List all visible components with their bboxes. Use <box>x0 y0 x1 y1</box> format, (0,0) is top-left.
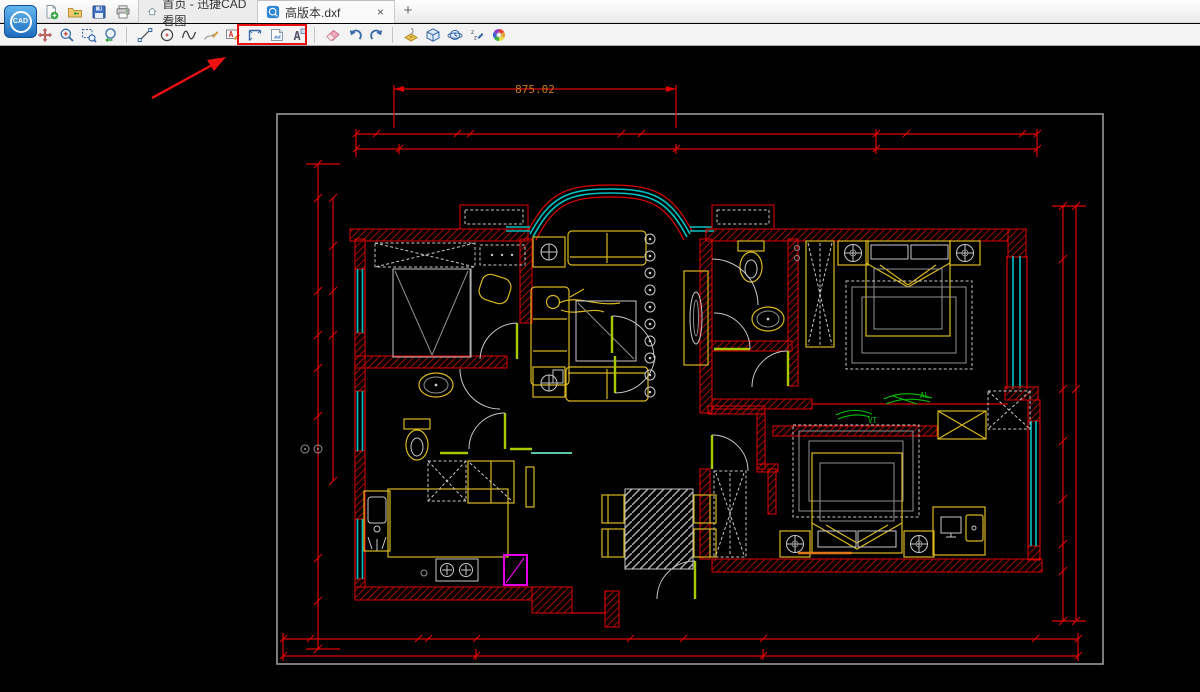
living-room-furniture <box>531 231 708 401</box>
save-button[interactable] <box>90 3 108 21</box>
line-icon <box>137 27 153 43</box>
svg-text:A: A <box>229 30 234 39</box>
image-annotation-icon <box>269 27 285 43</box>
home-icon <box>147 5 157 18</box>
tab-file-label: 高版本.dxf <box>285 4 340 21</box>
dimension-icon <box>247 27 263 43</box>
text-annotation-tool-button[interactable]: A <box>288 25 310 45</box>
text-annotation-icon: A <box>291 27 307 43</box>
convert-stamp-button[interactable] <box>400 25 422 45</box>
app-logo[interactable]: CAD <box>4 5 37 38</box>
dimension-value: 875.02 <box>515 83 555 96</box>
toolbar-separator <box>314 27 322 43</box>
annotation-settings-icon: zz <box>469 27 485 43</box>
polyline-icon <box>181 27 197 43</box>
redo-icon <box>369 27 385 43</box>
titlebar: CAD 首页 - 迅捷CAD看图 高版本.dxf × + <box>0 0 1200 23</box>
zoom-in-tool-button[interactable] <box>56 25 78 45</box>
pan-icon <box>37 27 53 43</box>
dining-furniture <box>602 489 716 569</box>
annotation-settings-button[interactable]: zz <box>466 25 488 45</box>
bathroom1-fixtures <box>712 241 800 331</box>
zoom-previous-icon <box>103 27 119 43</box>
zoom-window-tool-button[interactable] <box>78 25 100 45</box>
undo-button[interactable] <box>344 25 366 45</box>
floor-plan-drawing[interactable]: .w{fill:url(#ht);stroke:#e00000;stroke-w… <box>0 47 1200 692</box>
eraser-icon <box>325 27 341 43</box>
cad-logo-icon: CAD <box>10 11 32 33</box>
paper-frame <box>277 114 1103 664</box>
plant-label-vt: VT <box>868 416 878 425</box>
master-bedroom-furniture <box>806 241 980 369</box>
tab-home[interactable]: 首页 - 迅捷CAD看图 <box>138 0 258 23</box>
walls <box>350 185 1042 627</box>
pan-tool-button[interactable] <box>34 25 56 45</box>
new-tab-button[interactable]: + <box>399 2 417 20</box>
eraser-tool-button[interactable] <box>322 25 344 45</box>
new-file-icon <box>43 4 59 20</box>
toolbar-separator <box>126 27 134 43</box>
open-folder-icon <box>67 4 83 20</box>
svg-text:A: A <box>294 29 302 43</box>
background-color-button[interactable] <box>488 25 510 45</box>
annotation-arrow <box>152 57 226 98</box>
tab-open-file[interactable]: 高版本.dxf × <box>258 0 395 23</box>
view-3d-button[interactable] <box>422 25 444 45</box>
cube-3d-icon <box>425 27 441 43</box>
printer-icon <box>115 4 131 20</box>
app-window: CAD 首页 - 迅捷CAD看图 高版本.dxf × + A <box>0 0 1200 692</box>
bedroom2-furniture <box>714 425 985 557</box>
save-icon <box>91 4 107 20</box>
open-file-button[interactable] <box>66 3 84 21</box>
toolbar-separator <box>392 27 400 43</box>
print-button[interactable] <box>114 3 132 21</box>
zoom-window-icon <box>81 27 97 43</box>
plant-symbols: VT AL <box>836 391 932 425</box>
cad-file-icon <box>266 5 280 19</box>
freehand-pencil-icon <box>203 27 219 43</box>
orbit-3d-icon <box>447 27 463 43</box>
zoom-previous-tool-button[interactable] <box>100 25 122 45</box>
undo-icon <box>347 27 363 43</box>
image-annotation-tool-button[interactable] <box>266 25 288 45</box>
new-drawing-button[interactable] <box>42 3 60 21</box>
plant-label-al: AL <box>920 391 930 400</box>
bathroom2-fixtures <box>301 369 532 460</box>
circle-icon <box>159 27 175 43</box>
markup-board-icon: A <box>225 27 241 43</box>
line-tool-button[interactable] <box>134 25 156 45</box>
dimension-lines: 875.02 <box>280 83 1086 661</box>
zoom-in-icon <box>59 27 75 43</box>
tab-close-button[interactable]: × <box>375 6 386 18</box>
orbit-3d-button[interactable] <box>444 25 466 45</box>
tab-home-label: 首页 - 迅捷CAD看图 <box>162 0 249 29</box>
stamp-icon <box>403 27 419 43</box>
color-wheel-icon <box>491 27 507 43</box>
kitchen-furniture <box>364 453 572 585</box>
drawing-canvas[interactable]: .w{fill:url(#ht);stroke:#e00000;stroke-w… <box>0 47 1200 692</box>
svg-text:z: z <box>474 33 478 41</box>
redo-button[interactable] <box>366 25 388 45</box>
bedroom1-furniture <box>375 243 525 357</box>
